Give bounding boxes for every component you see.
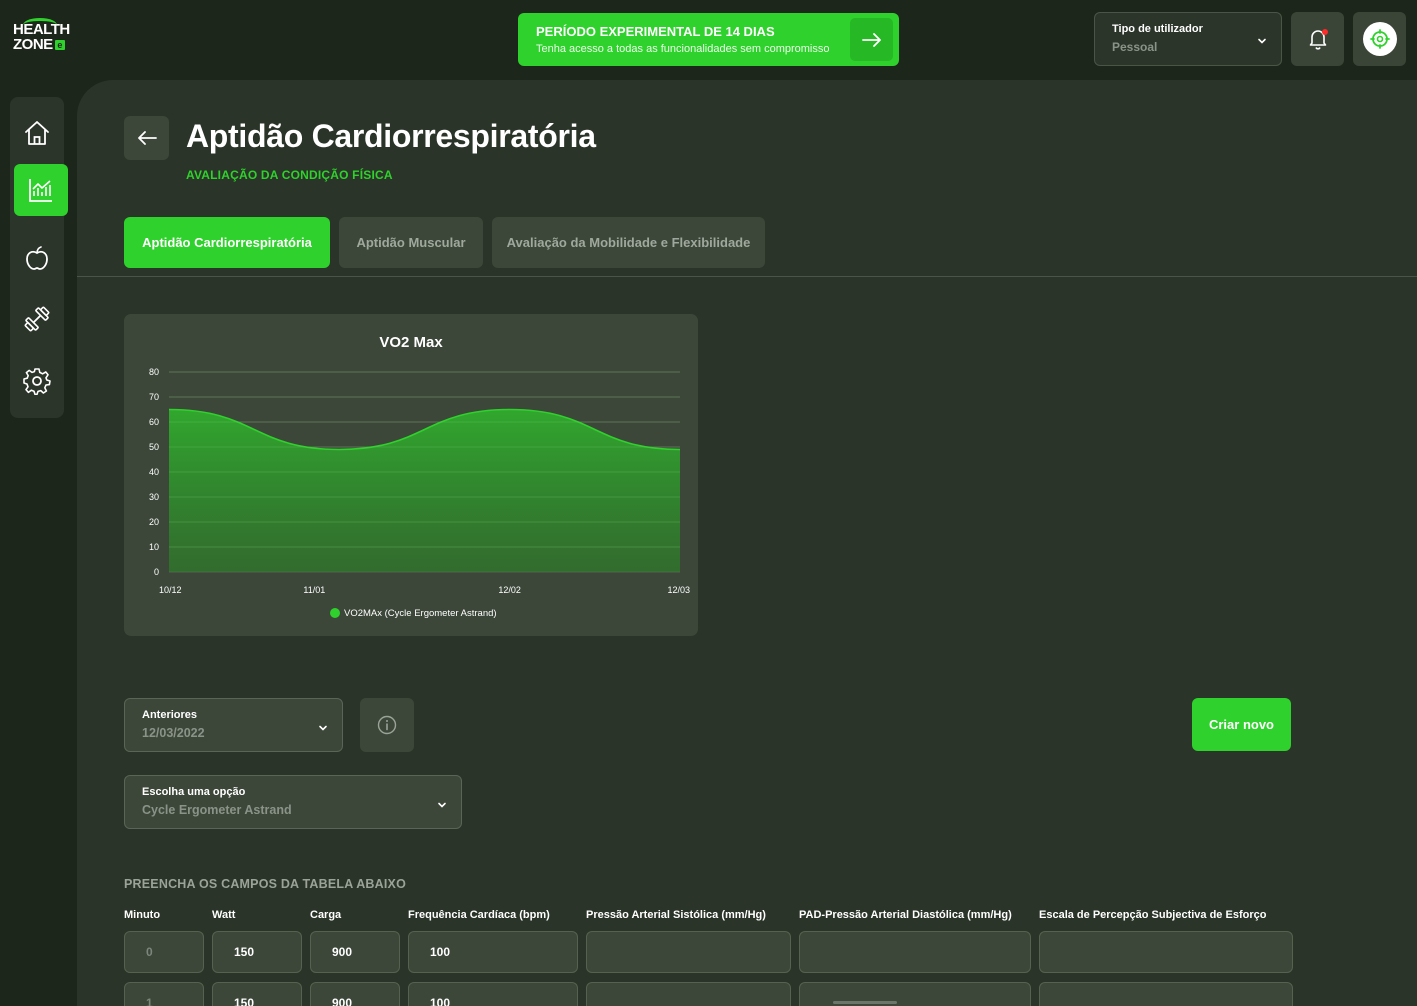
trial-banner-title: PERÍODO EXPERIMENTAL DE 14 DIAS bbox=[536, 24, 775, 39]
tabs-divider bbox=[77, 276, 1417, 277]
horizontal-scrollbar[interactable] bbox=[833, 1001, 897, 1004]
cell-systolic-input[interactable] bbox=[586, 931, 791, 973]
cell-effort-scale-input[interactable] bbox=[1039, 931, 1293, 973]
cell-systolic-input[interactable] bbox=[586, 982, 791, 1006]
logo-line-2-text: ZONE bbox=[13, 36, 53, 53]
option-select-value: Cycle Ergometer Astrand bbox=[142, 803, 292, 817]
cell-watt-input[interactable]: 150 bbox=[212, 982, 302, 1006]
cell-heart-rate-input[interactable]: 100 bbox=[408, 931, 578, 973]
cell-load-input[interactable]: 900 bbox=[310, 931, 400, 973]
chevron-down-icon bbox=[319, 725, 327, 731]
sidebar-item-training[interactable] bbox=[10, 293, 64, 345]
column-header-effort-scale: Escala de Percepção Subjectiva de Esforç… bbox=[1039, 909, 1267, 921]
sidebar-item-settings[interactable] bbox=[10, 355, 64, 407]
chart-y-tick-label: 10 bbox=[149, 542, 159, 552]
chart-legend-label: VO2MAx (Cycle Ergometer Astrand) bbox=[344, 608, 497, 619]
previous-assessments-select[interactable]: Anteriores 12/03/2022 bbox=[124, 698, 343, 752]
cell-watt-input[interactable]: 150 bbox=[212, 931, 302, 973]
main-panel: Aptidão Cardiorrespiratória AVALIAÇÃO DA… bbox=[77, 80, 1417, 1006]
test-option-select[interactable]: Escolha uma opção Cycle Ergometer Astran… bbox=[124, 775, 462, 829]
tab-cardiorespiratory[interactable]: Aptidão Cardiorrespiratória bbox=[124, 217, 330, 268]
option-select-label: Escolha uma opção bbox=[142, 786, 246, 798]
sidebar bbox=[10, 97, 68, 418]
chart-x-tick-label: 12/02 bbox=[498, 585, 521, 595]
health-zone-logo[interactable]: HEALTH ZONE e bbox=[13, 18, 73, 62]
arrow-left-icon bbox=[137, 131, 157, 145]
previous-select-value: 12/03/2022 bbox=[142, 726, 205, 740]
info-icon bbox=[377, 715, 397, 735]
chart-y-tick-label: 40 bbox=[149, 467, 159, 477]
chart-title: VO2 Max bbox=[379, 334, 443, 351]
chart-y-tick-label: 20 bbox=[149, 517, 159, 527]
back-button[interactable] bbox=[124, 116, 169, 160]
trial-banner-arrow-button[interactable] bbox=[850, 18, 893, 61]
logo-arc bbox=[23, 18, 57, 32]
chart-y-tick-label: 60 bbox=[149, 417, 159, 427]
chart-y-tick-label: 50 bbox=[149, 442, 159, 452]
chart-icon bbox=[29, 179, 52, 202]
logo-line-2: ZONE e bbox=[13, 37, 73, 52]
home-icon bbox=[25, 121, 49, 145]
vo2-chart-card: VO2 Max 0 10 20 30 40 50 60 70 80 10/12 11/01 12/02 1… bbox=[124, 314, 698, 636]
cell-minute-input[interactable]: 0 bbox=[124, 931, 204, 973]
chart-y-tick-label: 80 bbox=[149, 367, 159, 377]
vo2-chart: VO2 Max 0 10 20 30 40 50 60 70 80 10/12 11/01 12/02 1… bbox=[149, 334, 690, 619]
column-header-watt: Watt bbox=[212, 909, 236, 921]
column-header-minute: Minuto bbox=[124, 909, 161, 921]
chevron-down-icon bbox=[1258, 38, 1266, 44]
page-title: Aptidão Cardiorrespiratória bbox=[186, 118, 596, 154]
column-header-diastolic: PAD-Pressão Arterial Diastólica (mm/Hg) bbox=[799, 909, 1012, 921]
column-header-heart-rate: Frequência Cardíaca (bpm) bbox=[408, 909, 550, 921]
page-subtitle: AVALIAÇÃO DA CONDIÇÃO FÍSICA bbox=[186, 168, 393, 182]
cell-effort-scale-input[interactable] bbox=[1039, 982, 1293, 1006]
user-type-select[interactable]: Tipo de utilizador Pessoal bbox=[1094, 12, 1282, 66]
gear-icon bbox=[23, 368, 51, 395]
trial-banner-subtitle: Tenha acesso a todas as funcionalidades … bbox=[536, 43, 830, 55]
trial-banner[interactable]: PERÍODO EXPERIMENTAL DE 14 DIAS Tenha ac… bbox=[518, 13, 899, 66]
sidebar-item-charts[interactable] bbox=[14, 164, 68, 216]
chart-x-tick-label: 11/01 bbox=[303, 585, 325, 595]
avatar bbox=[1362, 22, 1397, 56]
chart-legend-swatch bbox=[330, 608, 340, 618]
chart-x-tick-label: 12/03 bbox=[667, 585, 690, 595]
cell-diastolic-input[interactable] bbox=[799, 931, 1031, 973]
apple-icon bbox=[26, 246, 48, 270]
logo-e-badge: e bbox=[54, 39, 65, 50]
previous-select-label: Anteriores bbox=[142, 709, 198, 721]
create-new-button[interactable]: Criar novo bbox=[1192, 698, 1291, 751]
tab-mobility-flexibility[interactable]: Avaliação da Mobilidade e Flexibilidade bbox=[492, 217, 765, 268]
chevron-down-icon bbox=[438, 802, 446, 808]
tab-muscular[interactable]: Aptidão Muscular bbox=[339, 217, 483, 268]
notification-dot bbox=[1322, 29, 1328, 35]
chart-y-tick-label: 0 bbox=[154, 567, 159, 577]
dumbbell-icon bbox=[24, 306, 50, 332]
column-header-systolic: Pressão Arterial Sistólica (mm/Hg) bbox=[586, 909, 766, 921]
cell-minute-input[interactable]: 1 bbox=[124, 982, 204, 1006]
column-header-load: Carga bbox=[310, 909, 342, 921]
info-button[interactable] bbox=[360, 698, 414, 752]
table-heading: PREENCHA OS CAMPOS DA TABELA ABAIXO bbox=[124, 877, 407, 891]
profile-button[interactable] bbox=[1353, 12, 1406, 66]
cell-load-input[interactable]: 900 bbox=[310, 982, 400, 1006]
sidebar-item-nutrition[interactable] bbox=[10, 232, 64, 284]
chart-x-tick-label: 10/12 bbox=[159, 585, 182, 595]
chart-y-tick-label: 70 bbox=[149, 392, 159, 402]
notifications-button[interactable] bbox=[1291, 12, 1344, 66]
arrow-right-icon bbox=[861, 32, 881, 47]
cell-heart-rate-input[interactable]: 100 bbox=[408, 982, 578, 1006]
sidebar-item-home[interactable] bbox=[10, 107, 64, 159]
chart-y-tick-label: 30 bbox=[149, 492, 159, 502]
user-type-value: Pessoal bbox=[1112, 40, 1158, 54]
target-icon bbox=[1369, 29, 1390, 49]
user-type-label: Tipo de utilizador bbox=[1112, 23, 1203, 35]
